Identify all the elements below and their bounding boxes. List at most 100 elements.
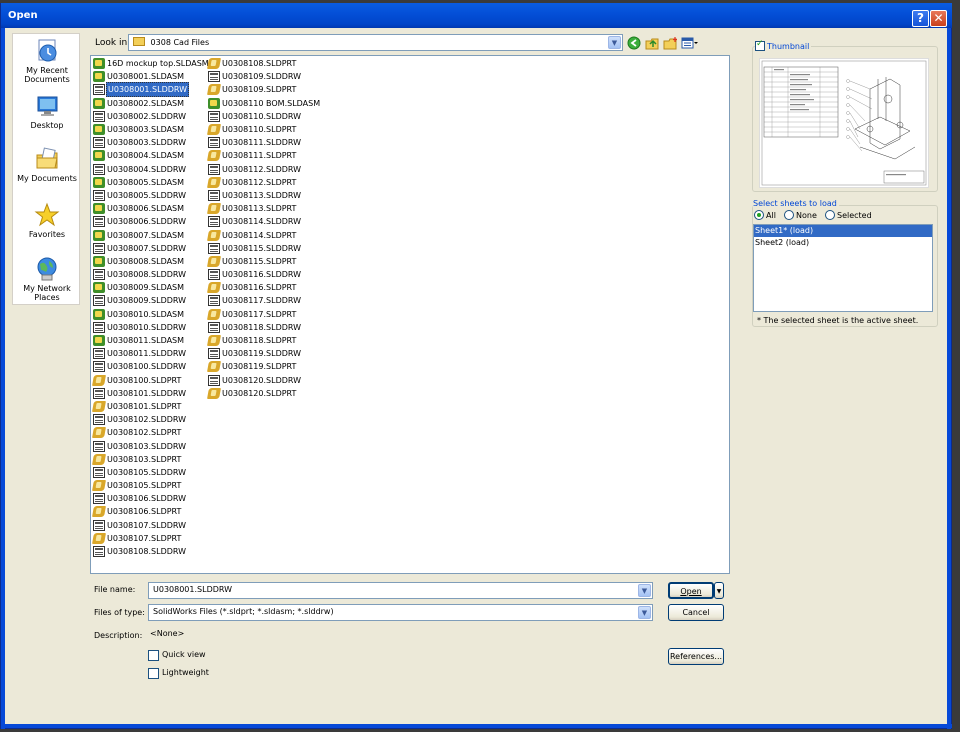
file-item[interactable]: U0308010.SLDASM [93, 308, 210, 321]
file-item[interactable]: U0308113.SLDPRT [207, 202, 321, 215]
file-item[interactable]: U0308100.SLDPRT [92, 374, 210, 387]
file-item[interactable]: U0308007.SLDASM [93, 228, 210, 241]
references-button[interactable]: References... [668, 648, 724, 665]
file-item[interactable]: U0308118.SLDDRW [208, 321, 321, 334]
chevron-down-icon[interactable]: ▼ [608, 36, 621, 49]
radio-selected[interactable]: Selected [825, 210, 872, 220]
file-item[interactable]: U0308101.SLDDRW [93, 387, 210, 400]
file-item[interactable]: U0308008.SLDASM [93, 255, 210, 268]
open-options-dropdown[interactable]: ▼ [714, 582, 724, 599]
file-item[interactable]: U0308004.SLDASM [93, 149, 210, 162]
place-my-documents[interactable]: My Documents [13, 146, 81, 183]
file-item[interactable]: U0308117.SLDDRW [208, 294, 321, 307]
file-item[interactable]: U0308005.SLDDRW [93, 189, 210, 202]
file-name-input[interactable]: U0308001.SLDDRW ▼ [148, 582, 653, 599]
file-item[interactable]: U0308106.SLDPRT [92, 505, 210, 518]
file-item[interactable]: U0308004.SLDDRW [93, 163, 210, 176]
file-list[interactable]: 16D mockup top.SLDASM U0308001.SLDASM U030… [90, 55, 730, 574]
place-favorites[interactable]: Favorites [13, 202, 81, 239]
place-recent-documents[interactable]: My Recent Documents [13, 38, 81, 84]
lightweight-checkbox[interactable] [148, 668, 159, 679]
sheet-item[interactable]: Sheet1* (load) [754, 225, 932, 237]
thumbnail-checkbox[interactable]: Thumbnail [755, 39, 812, 51]
chevron-down-icon[interactable]: ▼ [638, 584, 651, 597]
file-item[interactable]: U0308115.SLDDRW [208, 242, 321, 255]
file-item[interactable]: U0308002.SLDASM [93, 97, 210, 110]
file-item[interactable]: U0308101.SLDPRT [92, 400, 210, 413]
file-item[interactable]: U0308119.SLDDRW [208, 347, 321, 360]
place-desktop[interactable]: Desktop [13, 93, 81, 130]
file-item[interactable]: U0308107.SLDDRW [93, 519, 210, 532]
file-item[interactable]: U0308011.SLDASM [93, 334, 210, 347]
file-item[interactable]: U0308115.SLDPRT [207, 255, 321, 268]
new-folder-icon[interactable] [663, 36, 679, 50]
file-item[interactable]: U0308003.SLDASM [93, 123, 210, 136]
look-in-combo[interactable]: 0308 Cad Files ▼ [128, 34, 623, 51]
file-item[interactable]: U0308110.SLDPRT [207, 123, 321, 136]
file-item[interactable]: U0308007.SLDDRW [93, 242, 210, 255]
file-item[interactable]: U0308112.SLDDRW [208, 163, 321, 176]
file-type-select[interactable]: SolidWorks Files (*.sldprt; *.sldasm; *.… [148, 604, 653, 621]
file-item[interactable]: U0308107.SLDPRT [92, 532, 210, 545]
file-item[interactable]: 16D mockup top.SLDASM [93, 57, 210, 70]
file-item[interactable]: U0308114.SLDDRW [208, 215, 321, 228]
chevron-down-icon[interactable]: ▼ [638, 606, 651, 619]
sheet-list[interactable]: Sheet1* (load) Sheet2 (load) [753, 224, 933, 312]
file-item[interactable]: U0308111.SLDDRW [208, 136, 321, 149]
file-item[interactable]: U0308109.SLDDRW [208, 70, 321, 83]
drawing-file-icon [208, 295, 220, 307]
file-item[interactable]: U0308009.SLDDRW [93, 294, 210, 307]
file-item[interactable]: U0308006.SLDDRW [93, 215, 210, 228]
file-item[interactable]: U0308001.SLDDRW [93, 82, 210, 98]
radio-all[interactable]: All [754, 210, 776, 220]
file-item[interactable]: U0308010.SLDDRW [93, 321, 210, 334]
open-button[interactable]: Open [668, 582, 714, 599]
sheet-item[interactable]: Sheet2 (load) [754, 237, 932, 249]
file-item[interactable]: U0308103.SLDPRT [92, 453, 210, 466]
part-file-icon [207, 255, 221, 267]
file-item[interactable]: U0308006.SLDASM [93, 202, 210, 215]
file-item[interactable]: U0308120.SLDPRT [207, 387, 321, 400]
up-folder-icon[interactable] [645, 36, 661, 50]
file-item[interactable]: U0308102.SLDDRW [93, 413, 210, 426]
file-item[interactable]: U0308108.SLDPRT [207, 57, 321, 70]
radio-none[interactable]: None [784, 210, 817, 220]
title-bar[interactable]: Open [1, 3, 952, 28]
file-item[interactable]: U0308116.SLDDRW [208, 268, 321, 281]
quick-view-checkbox[interactable] [148, 650, 159, 661]
file-item[interactable]: U0308117.SLDPRT [207, 308, 321, 321]
file-item[interactable]: U0308112.SLDPRT [207, 176, 321, 189]
place-network[interactable]: My Network Places [13, 256, 81, 302]
file-item[interactable]: U0308009.SLDASM [93, 281, 210, 294]
file-item[interactable]: U0308119.SLDPRT [207, 360, 321, 373]
file-item[interactable]: U0308106.SLDDRW [93, 492, 210, 505]
file-item[interactable]: U0308011.SLDDRW [93, 347, 210, 360]
file-item[interactable]: U0308100.SLDDRW [93, 360, 210, 373]
back-icon[interactable] [627, 36, 643, 50]
file-item[interactable]: U0308109.SLDPRT [207, 83, 321, 96]
file-name: U0308108.SLDDRW [107, 547, 187, 557]
file-item[interactable]: U0308105.SLDDRW [93, 466, 210, 479]
file-item[interactable]: U0308008.SLDDRW [93, 268, 210, 281]
file-item[interactable]: U0308114.SLDPRT [207, 228, 321, 241]
file-item[interactable]: U0308002.SLDDRW [93, 110, 210, 123]
help-button[interactable]: ? [912, 10, 929, 27]
file-item[interactable]: U0308103.SLDDRW [93, 439, 210, 452]
file-item[interactable]: U0308110 BOM.SLDASM [208, 97, 321, 110]
file-item[interactable]: U0308111.SLDPRT [207, 149, 321, 162]
file-item[interactable]: U0308110.SLDDRW [208, 110, 321, 123]
close-button[interactable]: ✕ [930, 10, 947, 27]
file-item[interactable]: U0308116.SLDPRT [207, 281, 321, 294]
file-item[interactable]: U0308113.SLDDRW [208, 189, 321, 202]
file-name: U0308115.SLDPRT [222, 256, 297, 266]
file-item[interactable]: U0308102.SLDPRT [92, 426, 210, 439]
file-item[interactable]: U0308120.SLDDRW [208, 374, 321, 387]
file-item[interactable]: U0308118.SLDPRT [207, 334, 321, 347]
views-menu-icon[interactable] [681, 36, 699, 50]
file-item[interactable]: U0308003.SLDDRW [93, 136, 210, 149]
file-item[interactable]: U0308001.SLDASM [93, 70, 210, 83]
file-item[interactable]: U0308005.SLDASM [93, 176, 210, 189]
cancel-button[interactable]: Cancel [668, 604, 724, 621]
file-item[interactable]: U0308105.SLDPRT [92, 479, 210, 492]
file-item[interactable]: U0308108.SLDDRW [93, 545, 210, 558]
